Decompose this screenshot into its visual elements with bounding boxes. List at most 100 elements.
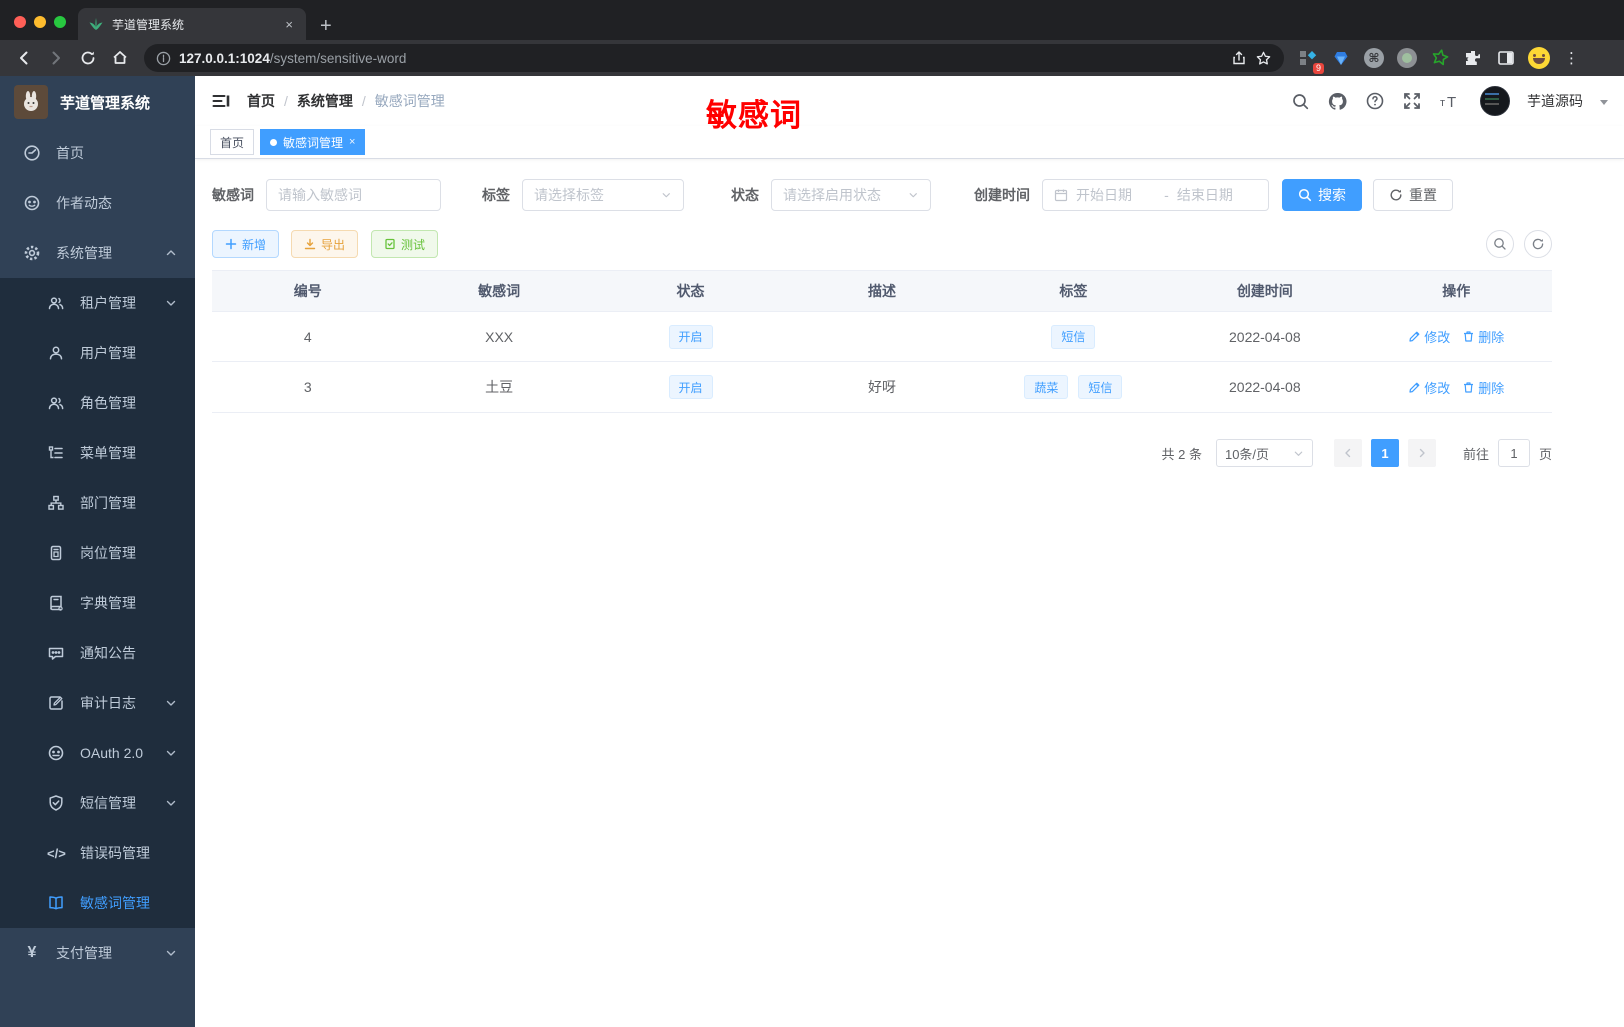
sidebar-item-tenant[interactable]: 租户管理 [0, 278, 195, 328]
window-zoom-button[interactable] [54, 16, 66, 28]
new-tab-button[interactable]: + [320, 16, 332, 36]
sidebar-item-post[interactable]: 岗位管理 [0, 528, 195, 578]
date-range-picker[interactable]: 开始日期 - 结束日期 [1042, 179, 1269, 211]
extension-dot-icon[interactable] [1395, 46, 1419, 70]
font-size-icon[interactable]: тT [1439, 92, 1463, 110]
trash-icon [1464, 381, 1474, 393]
forward-icon[interactable] [42, 44, 70, 72]
add-button[interactable]: 新增 [212, 230, 280, 258]
chevron-down-icon [166, 800, 176, 806]
cell-create-time: 2022-04-08 [1229, 328, 1301, 345]
sidebar-item-sms[interactable]: 短信管理 [0, 778, 195, 828]
sidebar-item-role[interactable]: 角色管理 [0, 378, 195, 428]
prev-page-button[interactable] [1333, 439, 1362, 467]
address-bar[interactable]: 127.0.0.1:1024/system/sensitive-word [144, 44, 1284, 72]
refresh-table-button[interactable] [1524, 230, 1552, 258]
chevron-down-icon [166, 700, 176, 706]
error-code-icon: </> [47, 845, 66, 861]
extension-badge: 9 [1312, 63, 1324, 74]
test-button[interactable]: 测试 [371, 230, 439, 258]
keyword-input-wrap [266, 179, 441, 211]
page-size-select[interactable]: 10条/页 [1215, 439, 1313, 467]
sidebar-item-notice[interactable]: 通知公告 [0, 628, 195, 678]
tab-close-icon[interactable]: × [282, 17, 296, 32]
create-time-label: 创建时间 [974, 187, 1030, 203]
delete-link[interactable]: 删除 [1462, 378, 1504, 397]
extension-command-icon[interactable]: ⌘ [1362, 46, 1386, 70]
extension-star-icon[interactable] [1428, 46, 1452, 70]
extension-grid-icon[interactable]: 9 [1296, 46, 1324, 74]
tag-label: 标签 [482, 187, 510, 203]
help-icon[interactable] [1365, 91, 1385, 111]
bookmark-star-icon[interactable] [1255, 50, 1272, 67]
extensions-puzzle-icon[interactable] [1461, 46, 1485, 70]
site-info-icon[interactable] [156, 51, 171, 66]
document-check-icon [385, 238, 395, 250]
edit-link[interactable]: 修改 [1408, 327, 1450, 346]
breadcrumb-system[interactable]: 系统管理 [297, 91, 353, 111]
sidebar-item-error-code[interactable]: </> 错误码管理 [0, 828, 195, 878]
breadcrumb-home[interactable]: 首页 [247, 91, 275, 111]
calendar-icon [1054, 189, 1068, 202]
show-search-toggle-button[interactable] [1486, 230, 1514, 258]
view-tab-home[interactable]: 首页 [210, 129, 255, 155]
sidebar-item-user[interactable]: 用户管理 [0, 328, 195, 378]
sidebar-item-home[interactable]: 首页 [0, 128, 195, 178]
reload-icon[interactable] [74, 44, 102, 72]
fullscreen-icon[interactable] [1402, 91, 1422, 111]
tab-close-icon[interactable]: × [349, 136, 355, 148]
page-number-button[interactable]: 1 [1370, 439, 1399, 467]
share-icon[interactable] [1231, 50, 1247, 66]
sidebar-item-audit-log[interactable]: 审计日志 [0, 678, 195, 728]
user-name[interactable]: 芋道源码 [1527, 91, 1583, 111]
oauth-icon [48, 745, 64, 761]
cell-word: 土豆 [485, 379, 514, 395]
user-icon [49, 346, 63, 360]
window-minimize-button[interactable] [34, 16, 46, 28]
sidebar-item-dictionary[interactable]: 字典管理 [0, 578, 195, 628]
edit-link[interactable]: 修改 [1408, 378, 1450, 397]
extensions-row: 9 ⌘ ⋮ [1296, 46, 1579, 74]
search-icon[interactable] [1291, 92, 1310, 111]
delete-link[interactable]: 删除 [1462, 327, 1504, 346]
collapse-sidebar-icon[interactable] [211, 91, 231, 111]
github-icon[interactable] [1327, 91, 1348, 112]
window-close-button[interactable] [14, 16, 26, 28]
goto-page-input[interactable] [1497, 439, 1530, 467]
tag-select[interactable] [522, 179, 684, 211]
sidebar-item-payment[interactable]: ¥ 支付管理 [0, 928, 195, 978]
app-logo-row[interactable]: 芋道管理系统 [0, 76, 195, 128]
view-tab-sensitive-word[interactable]: 敏感词管理 × [260, 129, 366, 155]
filter-form: 敏感词 标签 状态 [212, 179, 1552, 211]
export-button[interactable]: 导出 [291, 230, 359, 258]
home-icon[interactable] [106, 44, 134, 72]
download-icon [304, 238, 316, 250]
dashboard-icon [24, 145, 40, 161]
browser-tab[interactable]: 芋道管理系统 × [78, 8, 306, 40]
sidebar-item-sensitive-word[interactable]: 敏感词管理 [0, 878, 195, 928]
sidebar-item-author-news[interactable]: 作者动态 [0, 178, 195, 228]
sidebar-item-menu[interactable]: 菜单管理 [0, 428, 195, 478]
sidebar-item-system[interactable]: 系统管理 [0, 228, 195, 278]
refresh-icon [1390, 189, 1402, 201]
keyword-input[interactable] [278, 187, 429, 203]
url-text[interactable]: 127.0.0.1:1024/system/sensitive-word [179, 51, 1223, 66]
status-select[interactable] [771, 179, 931, 211]
user-menu-caret-icon[interactable] [1600, 100, 1608, 105]
sidebar-item-department[interactable]: 部门管理 [0, 478, 195, 528]
reset-button[interactable]: 重置 [1373, 179, 1453, 211]
extension-gem-icon[interactable] [1329, 46, 1353, 70]
search-button[interactable]: 搜索 [1282, 179, 1362, 211]
app-logo [14, 85, 48, 119]
red-annotation-text: 敏感词 [706, 98, 802, 133]
app-title: 芋道管理系统 [60, 94, 151, 112]
side-panel-icon[interactable] [1494, 46, 1518, 70]
next-page-button[interactable] [1407, 439, 1436, 467]
table-row: 3 土豆 开启 好呀 蔬菜 短信 2022-04-08 修改 删除 [212, 362, 1552, 412]
chevron-down-icon [166, 300, 176, 306]
browser-menu-icon[interactable]: ⋮ [1564, 49, 1579, 67]
user-avatar[interactable] [1480, 86, 1510, 116]
back-icon[interactable] [10, 44, 38, 72]
sidebar-item-oauth[interactable]: OAuth 2.0 [0, 728, 195, 778]
profile-avatar-icon[interactable] [1527, 46, 1551, 70]
